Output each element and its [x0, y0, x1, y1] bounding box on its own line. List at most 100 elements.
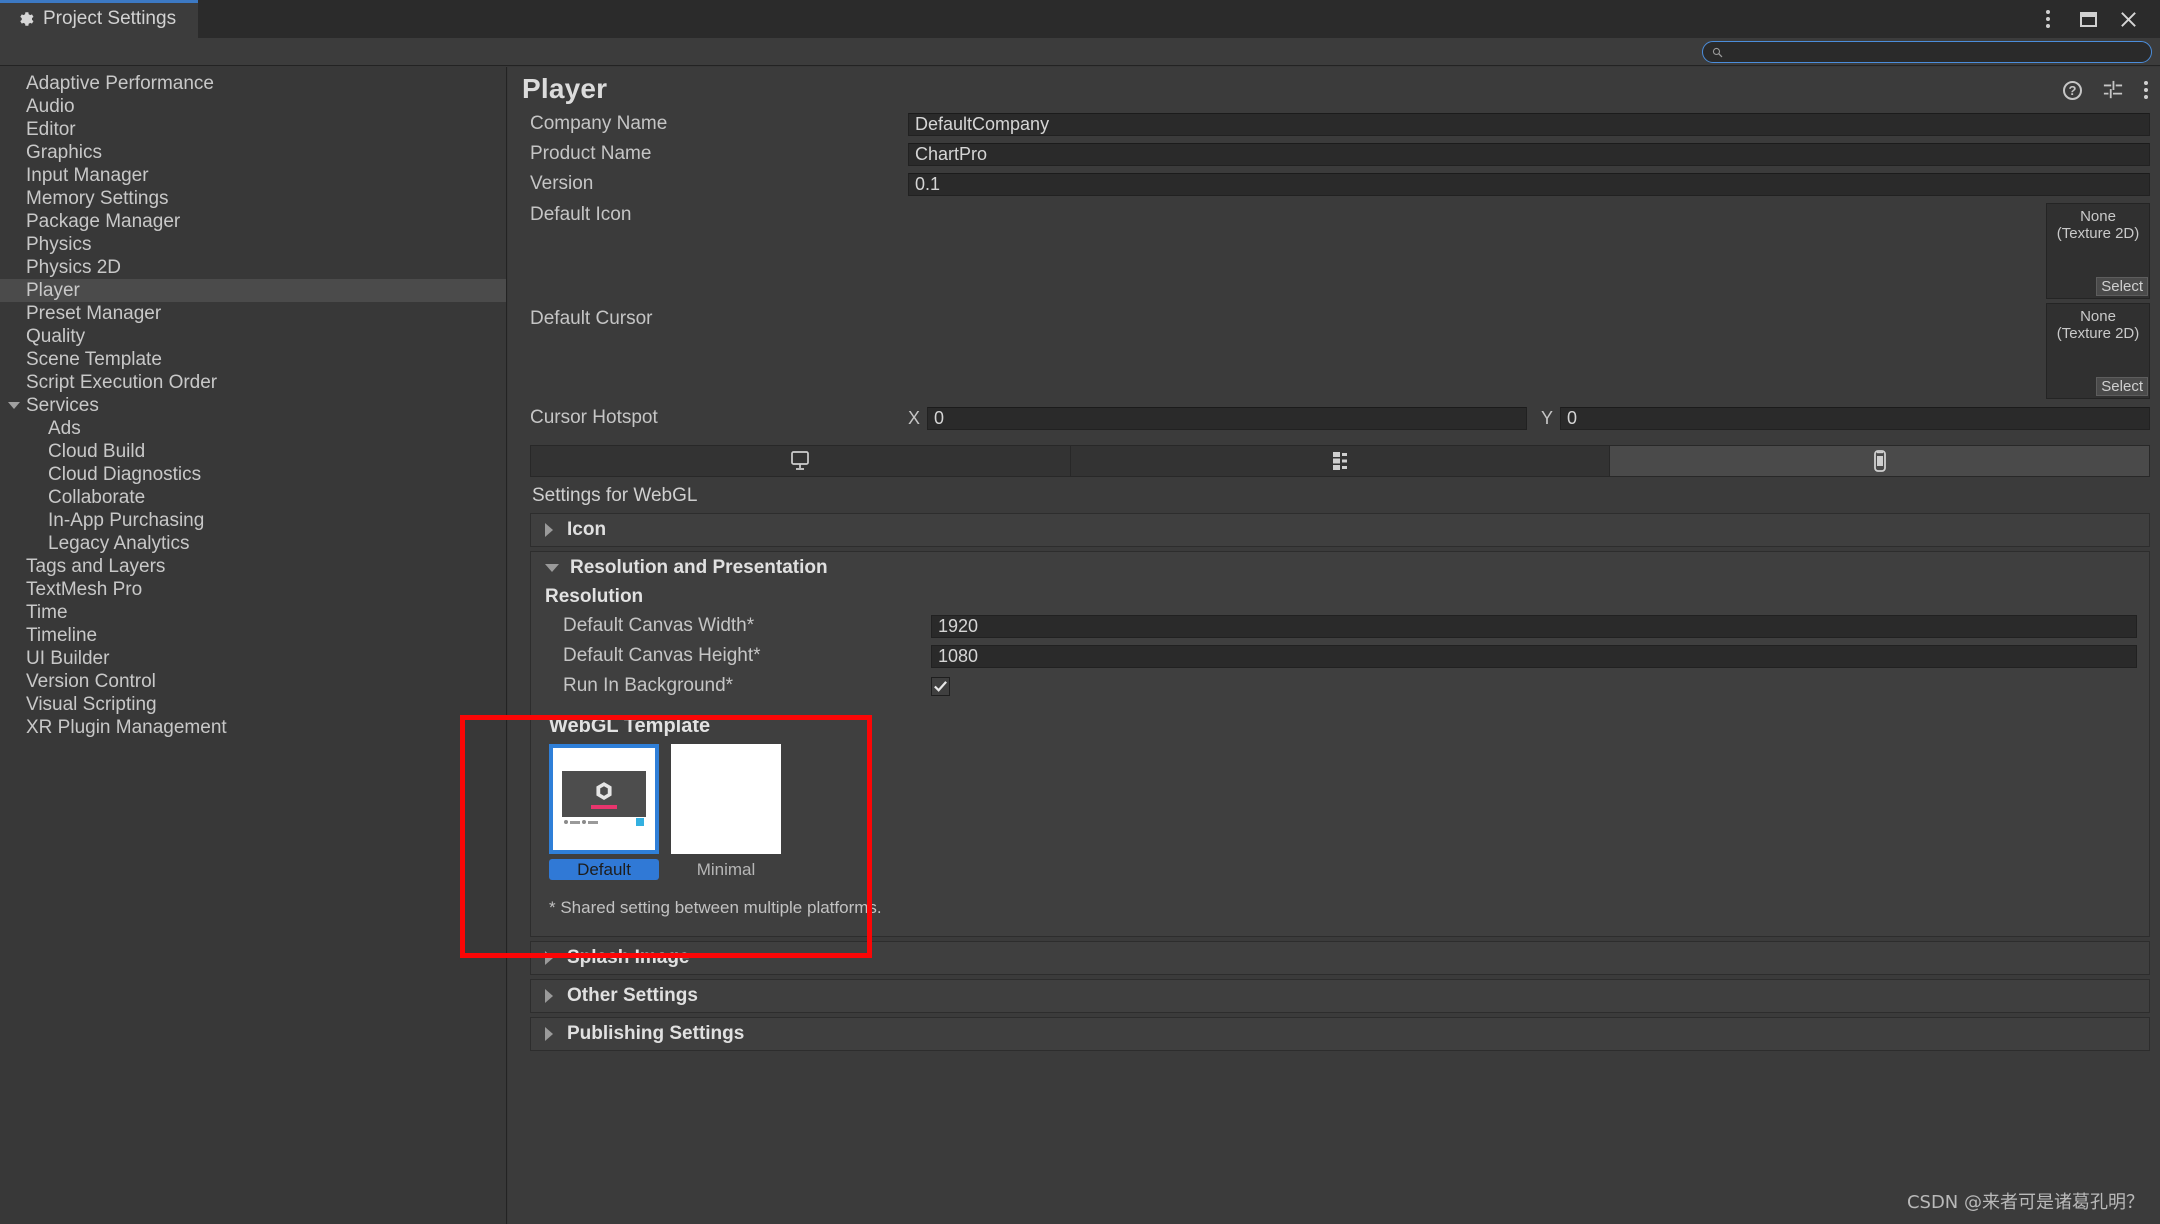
- chevron-right-icon: [545, 1027, 553, 1041]
- section-splash-label: Splash Image: [567, 947, 690, 969]
- sidebar-item-visual-scripting[interactable]: Visual Scripting: [0, 693, 506, 716]
- version-input[interactable]: 0.1: [908, 173, 2150, 196]
- cursor-hotspot-label: Cursor Hotspot: [530, 407, 908, 429]
- sidebar-item-player[interactable]: Player: [0, 279, 506, 302]
- gear-icon: [16, 10, 34, 28]
- maximize-button[interactable]: [2068, 0, 2108, 38]
- chevron-down-icon[interactable]: [8, 402, 20, 409]
- window-menu-button[interactable]: [2028, 0, 2068, 38]
- section-splash-header[interactable]: Splash Image: [531, 942, 2149, 974]
- sidebar-item-textmesh-pro[interactable]: TextMesh Pro: [0, 578, 506, 601]
- help-icon[interactable]: ?: [2063, 81, 2082, 100]
- section-icon-header[interactable]: Icon: [531, 514, 2149, 546]
- default-cursor-object-field[interactable]: None (Texture 2D) Select: [2046, 303, 2150, 399]
- default-template-preview: [562, 771, 646, 827]
- section-other-header[interactable]: Other Settings: [531, 980, 2149, 1012]
- tab-project-settings[interactable]: Project Settings: [0, 0, 198, 38]
- sidebar-item-graphics[interactable]: Graphics: [0, 141, 506, 164]
- canvas-width-label: Default Canvas Width*: [563, 615, 931, 637]
- sidebar-item-time[interactable]: Time: [0, 601, 506, 624]
- tab-label: Project Settings: [43, 8, 176, 30]
- section-other-settings: Other Settings: [530, 979, 2150, 1013]
- default-icon-object-field[interactable]: None (Texture 2D) Select: [2046, 203, 2150, 299]
- chevron-down-icon: [545, 564, 559, 572]
- sidebar-item-physics[interactable]: Physics: [0, 233, 506, 256]
- kebab-menu-icon: [2046, 10, 2050, 28]
- webgl-template-minimal-thumbnail: [671, 744, 781, 854]
- section-publishing-settings: Publishing Settings: [530, 1017, 2150, 1051]
- section-resolution-header[interactable]: Resolution and Presentation: [531, 552, 2149, 584]
- settings-sidebar[interactable]: Adaptive PerformanceAudioEditorGraphicsI…: [0, 67, 507, 1224]
- section-publishing-header[interactable]: Publishing Settings: [531, 1018, 2149, 1050]
- default-cursor-label: Default Cursor: [530, 308, 908, 330]
- section-resolution-presentation: Resolution and Presentation Resolution D…: [530, 551, 2150, 937]
- chevron-right-icon: [545, 523, 553, 537]
- checkmark-icon: [933, 679, 948, 694]
- run-in-background-label: Run In Background*: [563, 675, 931, 697]
- webgl-icon: [1869, 449, 1891, 473]
- sidebar-item-label: Scene Template: [26, 349, 162, 371]
- sidebar-item-preset-manager[interactable]: Preset Manager: [0, 302, 506, 325]
- sidebar-item-memory-settings[interactable]: Memory Settings: [0, 187, 506, 210]
- platform-tab-webgl[interactable]: [1610, 446, 2149, 476]
- sidebar-item-label: TextMesh Pro: [26, 579, 142, 601]
- preset-icon[interactable]: [2102, 80, 2124, 100]
- default-cursor-select-button[interactable]: Select: [2096, 377, 2148, 396]
- sidebar-item-ui-builder[interactable]: UI Builder: [0, 647, 506, 670]
- sidebar-item-label: UI Builder: [26, 648, 109, 670]
- default-icon-select-button[interactable]: Select: [2096, 277, 2148, 296]
- sidebar-item-label: Memory Settings: [26, 188, 169, 210]
- field-canvas-width: Default Canvas Width* 1920: [531, 611, 2149, 641]
- product-name-input[interactable]: ChartPro: [908, 143, 2150, 166]
- close-icon: [2119, 10, 2138, 29]
- sidebar-item-scene-template[interactable]: Scene Template: [0, 348, 506, 371]
- run-in-background-checkbox[interactable]: [931, 677, 950, 696]
- page-header: Player ?: [508, 67, 2160, 109]
- sidebar-item-physics-2d[interactable]: Physics 2D: [0, 256, 506, 279]
- sidebar-item-adaptive-performance[interactable]: Adaptive Performance: [0, 72, 506, 95]
- sidebar-item-version-control[interactable]: Version Control: [0, 670, 506, 693]
- sidebar-item-legacy-analytics[interactable]: Legacy Analytics: [0, 532, 506, 555]
- sidebar-item-in-app-purchasing[interactable]: In-App Purchasing: [0, 509, 506, 532]
- sidebar-item-label: Script Execution Order: [26, 372, 217, 394]
- sidebar-item-package-manager[interactable]: Package Manager: [0, 210, 506, 233]
- sidebar-item-label: Time: [26, 602, 68, 624]
- sidebar-item-audio[interactable]: Audio: [0, 95, 506, 118]
- canvas-width-input[interactable]: 1920: [931, 615, 2137, 638]
- sidebar-item-cloud-build[interactable]: Cloud Build: [0, 440, 506, 463]
- field-product-name: Product Name ChartPro: [508, 139, 2160, 169]
- kebab-menu-icon[interactable]: [2144, 81, 2148, 99]
- sidebar-item-script-execution-order[interactable]: Script Execution Order: [0, 371, 506, 394]
- sidebar-item-services[interactable]: Services: [0, 394, 506, 417]
- platform-tab-standalone[interactable]: [531, 446, 1071, 476]
- default-cursor-value-type: (Texture 2D): [2047, 325, 2149, 342]
- default-template-canvas-area: [562, 771, 646, 817]
- close-button[interactable]: [2108, 0, 2148, 38]
- sidebar-item-xr-plugin-management[interactable]: XR Plugin Management: [0, 716, 506, 739]
- sidebar-item-timeline[interactable]: Timeline: [0, 624, 506, 647]
- cursor-hotspot-y-input[interactable]: 0: [1560, 407, 2150, 430]
- sidebar-item-input-manager[interactable]: Input Manager: [0, 164, 506, 187]
- search-box[interactable]: [1702, 41, 2152, 63]
- search-bar-row: [0, 38, 2160, 66]
- webgl-template-default[interactable]: Default: [549, 744, 659, 880]
- sidebar-item-label: Collaborate: [48, 487, 145, 509]
- platform-tab-bar[interactable]: [530, 445, 2150, 477]
- sidebar-item-label: In-App Purchasing: [48, 510, 204, 532]
- sidebar-item-editor[interactable]: Editor: [0, 118, 506, 141]
- sidebar-item-collaborate[interactable]: Collaborate: [0, 486, 506, 509]
- search-input[interactable]: [1728, 44, 2151, 60]
- sidebar-item-label: XR Plugin Management: [26, 717, 227, 739]
- sidebar-item-quality[interactable]: Quality: [0, 325, 506, 348]
- sidebar-item-ads[interactable]: Ads: [0, 417, 506, 440]
- canvas-height-input[interactable]: 1080: [931, 645, 2137, 668]
- sidebar-item-tags-and-layers[interactable]: Tags and Layers: [0, 555, 506, 578]
- company-name-input[interactable]: DefaultCompany: [908, 113, 2150, 136]
- sidebar-item-cloud-diagnostics[interactable]: Cloud Diagnostics: [0, 463, 506, 486]
- platform-tab-android[interactable]: [1071, 446, 1611, 476]
- default-template-accent-bar: [591, 805, 617, 809]
- webgl-template-minimal[interactable]: Minimal: [671, 744, 781, 880]
- sidebar-item-label: Services: [26, 395, 99, 417]
- section-resolution-label: Resolution and Presentation: [570, 557, 828, 579]
- cursor-hotspot-x-input[interactable]: 0: [927, 407, 1527, 430]
